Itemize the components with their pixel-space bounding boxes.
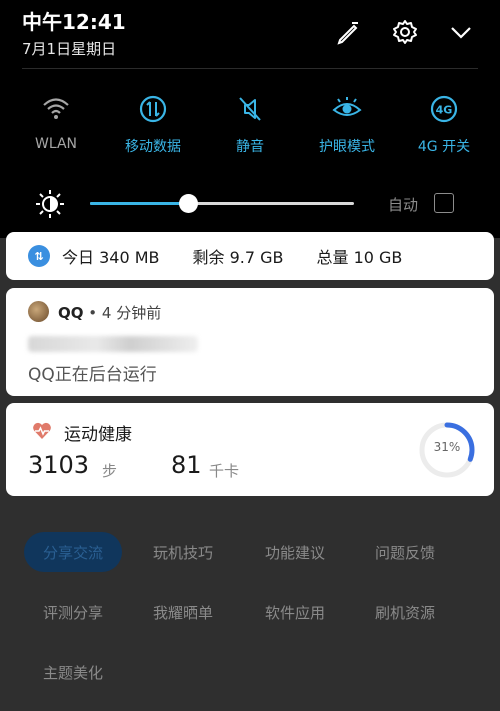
chip-tips[interactable]: 玩机技巧 bbox=[136, 532, 230, 572]
data-remaining: 剩余 9.7 GB bbox=[192, 248, 284, 267]
chip-showcase[interactable]: 我耀晒单 bbox=[136, 592, 230, 632]
steps-value: 3103 bbox=[28, 451, 90, 479]
quick-settings-panel: 中午12:41 7月1日星期日 WLAN 移动数据 静音 护眼模式 4G 4G … bbox=[0, 0, 500, 238]
tile-4g-label: 4G 开关 bbox=[417, 139, 471, 155]
chip-apps[interactable]: 软件应用 bbox=[248, 592, 342, 632]
tile-wlan[interactable]: WLAN bbox=[6, 92, 106, 152]
qq-notification[interactable]: QQ • 4 分钟前 QQ正在后台运行 bbox=[6, 288, 494, 396]
mobile-data-icon: ⇅ bbox=[28, 245, 50, 267]
edit-icon[interactable] bbox=[331, 14, 367, 50]
chip-share[interactable]: 分享交流 bbox=[24, 532, 122, 572]
tile-mute-label: 静音 bbox=[236, 139, 264, 155]
tile-eye-comfort-label: 护眼模式 bbox=[319, 139, 375, 155]
data-usage-card[interactable]: ⇅ 今日 340 MB 剩余 9.7 GB 总量 10 GB bbox=[6, 232, 494, 280]
chip-themes[interactable]: 主题美化 bbox=[24, 652, 122, 692]
calories-value: 81 bbox=[171, 451, 202, 479]
brightness-slider-fill bbox=[90, 202, 188, 205]
goal-progress-label: 31% bbox=[433, 440, 461, 454]
tile-eye-comfort[interactable]: 护眼模式 bbox=[297, 92, 397, 156]
brightness-icon bbox=[36, 190, 64, 218]
tile-mobile-data-label: 移动数据 bbox=[125, 139, 181, 155]
wifi-icon bbox=[6, 92, 106, 126]
notification-app-name: QQ bbox=[58, 304, 84, 322]
tile-mobile-data[interactable]: 移动数据 bbox=[103, 92, 203, 156]
avatar bbox=[28, 301, 49, 322]
svg-text:4G: 4G bbox=[436, 104, 453, 117]
tile-4g[interactable]: 4G 4G 开关 bbox=[394, 92, 494, 156]
brightness-slider[interactable] bbox=[90, 194, 354, 213]
mobile-data-icon bbox=[103, 92, 203, 126]
notification-time: • 4 分钟前 bbox=[88, 304, 162, 322]
notification-header: QQ • 4 分钟前 bbox=[58, 302, 161, 323]
notification-text: QQ正在后台运行 bbox=[28, 365, 157, 385]
health-card[interactable]: 运动健康 3103 步 81 千卡 31% bbox=[6, 403, 494, 496]
data-today: 今日 340 MB bbox=[62, 248, 160, 267]
chevron-down-icon[interactable] bbox=[443, 14, 479, 50]
health-title: 运动健康 bbox=[64, 425, 132, 445]
chip-feedback[interactable]: 问题反馈 bbox=[358, 532, 452, 572]
tile-wlan-label: WLAN bbox=[34, 136, 77, 152]
brightness-slider-handle[interactable] bbox=[178, 194, 198, 213]
data-total: 总量 10 GB bbox=[316, 248, 403, 267]
steps-unit: 步 bbox=[102, 462, 118, 480]
calories-unit: 千卡 bbox=[209, 462, 240, 480]
status-date: 7月1日星期日 bbox=[22, 40, 117, 58]
status-time: 中午12:41 bbox=[22, 10, 126, 34]
heart-icon bbox=[33, 422, 51, 439]
tile-mute[interactable]: 静音 bbox=[200, 92, 300, 156]
eye-icon bbox=[297, 92, 397, 126]
chip-reviews[interactable]: 评测分享 bbox=[24, 592, 122, 632]
gear-icon[interactable] bbox=[387, 14, 423, 50]
chip-rom[interactable]: 刷机资源 bbox=[358, 592, 452, 632]
chip-suggestions[interactable]: 功能建议 bbox=[248, 532, 342, 572]
blurred-content bbox=[28, 336, 198, 352]
auto-brightness-label: 自动 bbox=[388, 196, 419, 214]
4g-icon: 4G bbox=[394, 92, 494, 126]
header-divider bbox=[22, 68, 478, 69]
mute-icon bbox=[200, 92, 300, 126]
auto-brightness-checkbox[interactable] bbox=[434, 193, 454, 213]
